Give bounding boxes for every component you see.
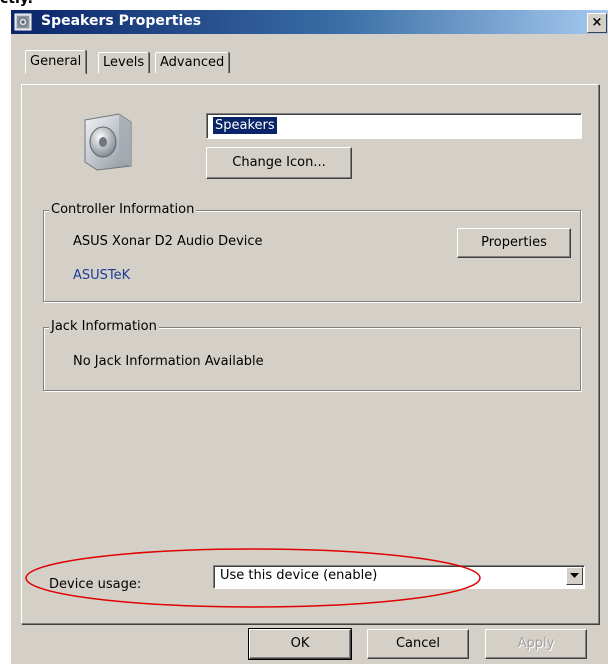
speakers-properties-dialog: Speakers Properties × General Levels Adv… [10,10,608,664]
window-title: Speakers Properties [41,13,202,29]
close-icon: × [591,15,603,30]
dropdown-button[interactable] [566,567,583,585]
cropped-caption-text: ctly. [0,0,33,6]
tab-general[interactable]: General [25,50,87,74]
tab-advanced[interactable]: Advanced [155,52,230,73]
change-icon-button[interactable]: Change Icon... [206,147,352,179]
tab-levels[interactable]: Levels [98,52,150,73]
title-bar[interactable]: Speakers Properties × [11,10,608,34]
cancel-button[interactable]: Cancel [367,629,469,659]
controller-information-label: Controller Information [49,202,197,217]
cropped-caption-fragment: ctly. [0,0,80,6]
ok-button[interactable]: OK [248,628,352,660]
properties-button[interactable]: Properties [457,228,571,258]
speaker-icon [14,13,32,31]
device-usage-label: Device usage: [49,577,142,592]
manufacturer-link[interactable]: ASUSTeK [73,268,130,283]
apply-button: Apply [485,629,587,659]
controller-device-name: ASUS Xonar D2 Audio Device [73,234,263,249]
jack-information-label: Jack Information [49,319,159,334]
chevron-down-icon [570,573,579,578]
device-usage-value: Use this device (enable) [220,568,378,583]
device-name-input[interactable]: Speakers [206,113,582,139]
speaker-icon [84,113,132,171]
close-button[interactable]: × [587,13,607,33]
device-usage-select[interactable]: Use this device (enable) [213,565,585,589]
jack-information-text: No Jack Information Available [73,354,264,369]
device-name-value[interactable]: Speakers [213,117,277,134]
